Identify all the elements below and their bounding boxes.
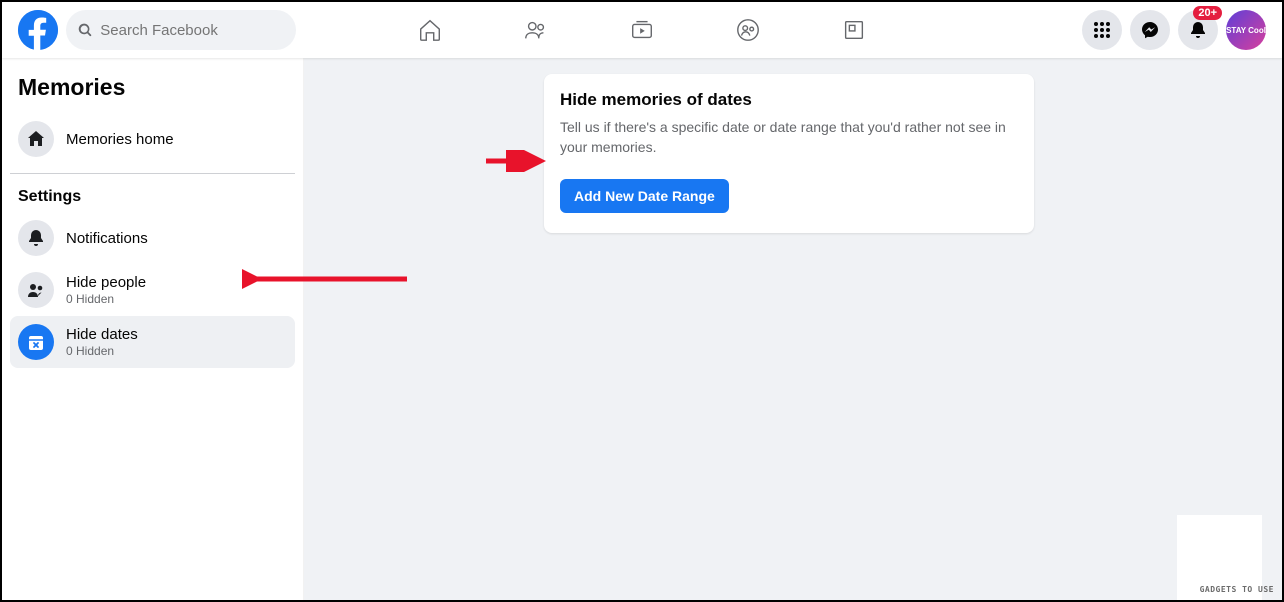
nav-right: 20+ STAY Cool <box>1082 10 1266 50</box>
notification-badge: 20+ <box>1193 6 1222 20</box>
menu-button[interactable] <box>1082 10 1122 50</box>
add-date-range-button[interactable]: Add New Date Range <box>560 179 729 213</box>
settings-section-label: Settings <box>10 182 295 212</box>
sidebar-item-sub: 0 Hidden <box>66 292 287 306</box>
divider <box>10 173 295 174</box>
search-box[interactable] <box>66 10 296 50</box>
hide-dates-card: Hide memories of dates Tell us if there'… <box>544 74 1034 233</box>
friends-icon[interactable] <box>522 16 550 44</box>
groups-icon[interactable] <box>734 16 762 44</box>
card-title: Hide memories of dates <box>560 90 1018 110</box>
nav-center <box>416 2 868 58</box>
content-area: Memories Memories home Settings Notifica… <box>2 58 1282 600</box>
sidebar-item-sub: 0 Hidden <box>66 344 287 358</box>
avatar[interactable]: STAY Cool <box>1226 10 1266 50</box>
sidebar: Memories Memories home Settings Notifica… <box>2 58 304 600</box>
sidebar-item-hide-people[interactable]: Hide people 0 Hidden <box>10 264 295 316</box>
sidebar-item-memories-home[interactable]: Memories home <box>10 113 295 165</box>
sidebar-item-notifications[interactable]: Notifications <box>10 212 295 264</box>
card-description: Tell us if there's a specific date or da… <box>560 118 1018 157</box>
home-filled-icon <box>18 121 54 157</box>
gaming-icon[interactable] <box>840 16 868 44</box>
bell-icon <box>1188 20 1208 40</box>
watermark: GADGETS TO USE <box>1200 585 1274 594</box>
facebook-logo[interactable] <box>18 10 58 50</box>
search-icon <box>78 22 92 38</box>
messenger-icon <box>1140 20 1160 40</box>
sidebar-item-label: Memories home <box>66 131 287 148</box>
search-input[interactable] <box>100 22 284 39</box>
grid-icon <box>1092 20 1112 40</box>
top-nav-header: 20+ STAY Cool <box>2 2 1282 58</box>
notifications-button[interactable]: 20+ <box>1178 10 1218 50</box>
bell-filled-icon <box>18 220 54 256</box>
sidebar-item-hide-dates[interactable]: Hide dates 0 Hidden <box>10 316 295 368</box>
sidebar-item-label: Hide people <box>66 274 287 291</box>
messenger-button[interactable] <box>1130 10 1170 50</box>
calendar-x-icon <box>18 324 54 360</box>
home-icon[interactable] <box>416 16 444 44</box>
sidebar-item-label: Hide dates <box>66 326 287 343</box>
people-icon <box>18 272 54 308</box>
watch-icon[interactable] <box>628 16 656 44</box>
main-panel: Hide memories of dates Tell us if there'… <box>304 58 1282 600</box>
page-title: Memories <box>10 70 295 113</box>
sidebar-item-label: Notifications <box>66 230 287 247</box>
